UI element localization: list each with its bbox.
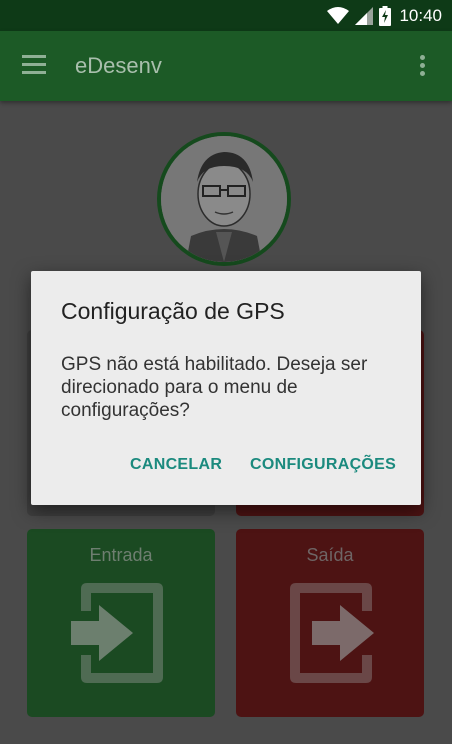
entrada-tile[interactable]: Entrada [27, 529, 215, 717]
gps-settings-dialog: Configuração de GPS GPS não está habilit… [31, 271, 421, 505]
avatar-portrait-illustration [161, 136, 287, 262]
login-icon [71, 583, 163, 683]
app-title: eDesenv [75, 53, 162, 78]
app-toolbar: eDesenv [0, 31, 452, 101]
battery-charging-icon [379, 6, 392, 26]
clock: 10:40 [399, 6, 442, 25]
settings-button[interactable]: CONFIGURAÇÕES [250, 456, 396, 474]
dialog-title: Configuração de GPS [61, 298, 285, 324]
logout-icon [290, 583, 374, 683]
cancel-button[interactable]: CANCELAR [130, 456, 222, 474]
saida-label: Saída [306, 545, 354, 565]
signal-icon [355, 7, 374, 25]
status-bar: 10:40 [0, 0, 452, 31]
saida-tile[interactable]: Saída [236, 529, 424, 717]
dialog-message: GPS não está habilitado. Deseja ser dire… [61, 354, 368, 421]
user-avatar [157, 132, 291, 266]
more-vert-icon[interactable] [420, 55, 426, 77]
hamburger-menu-icon[interactable] [22, 55, 46, 75]
wifi-icon [327, 7, 350, 24]
entrada-label: Entrada [89, 545, 153, 565]
status-icons: 10:40 [327, 4, 442, 28]
